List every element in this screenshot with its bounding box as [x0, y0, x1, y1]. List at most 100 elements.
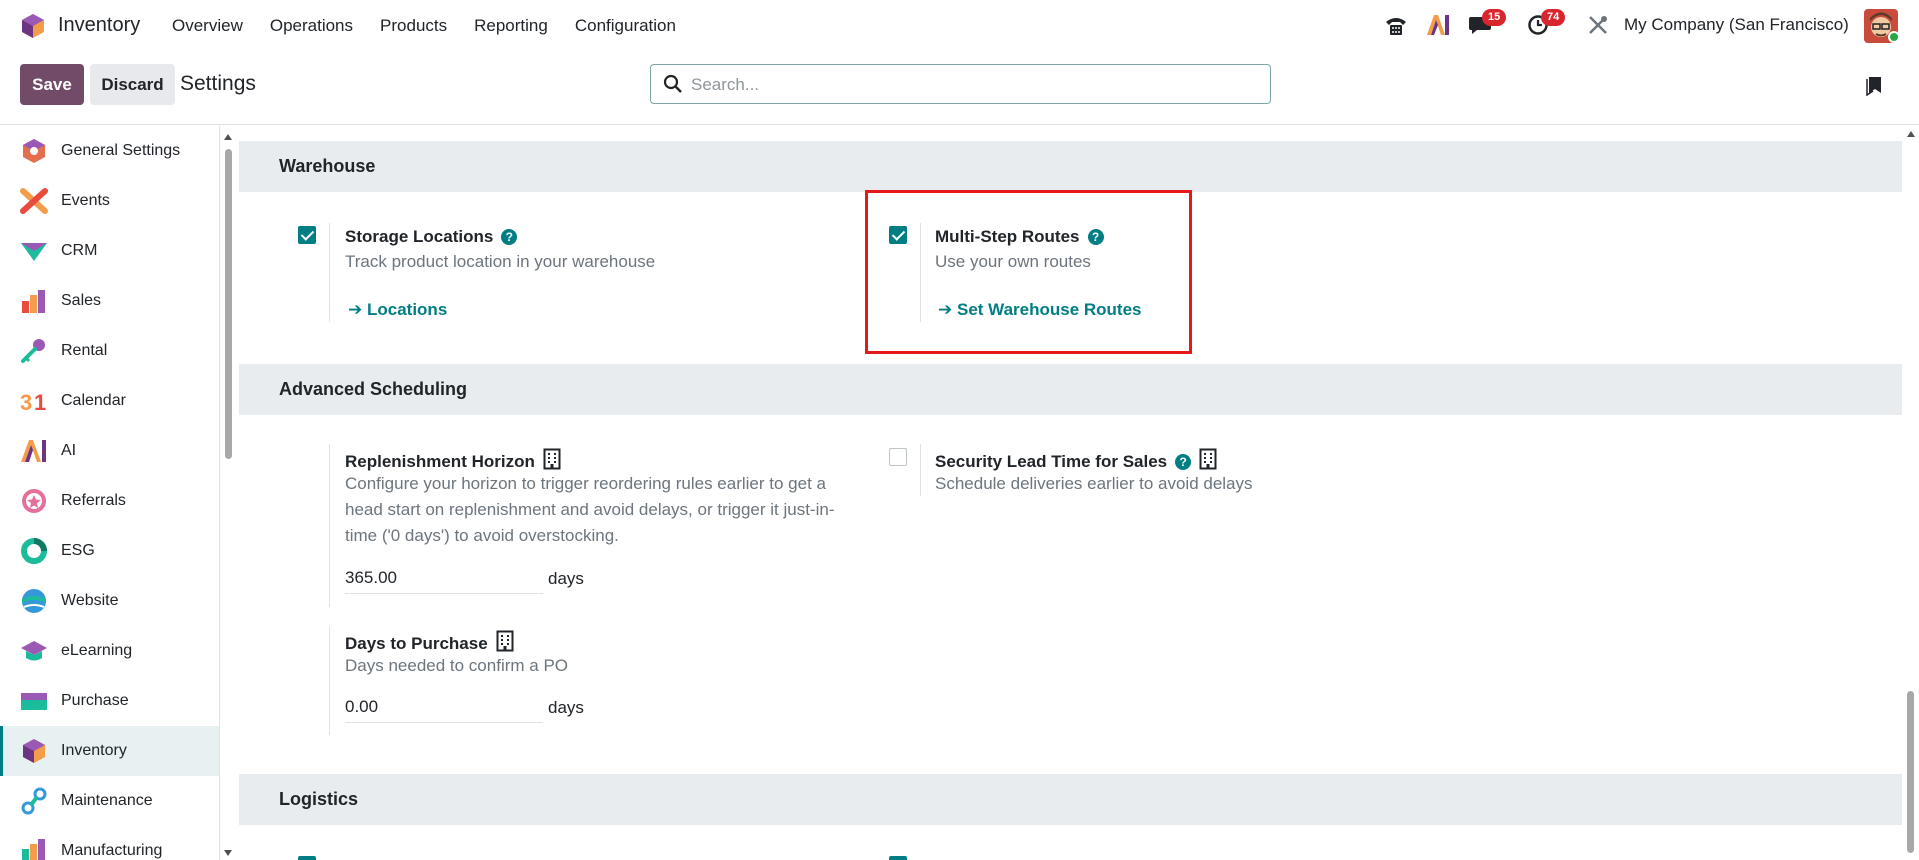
general-settings-icon [23, 139, 45, 163]
sidebar-item-label: Maintenance [61, 792, 153, 809]
section-logistics: Logistics [239, 774, 1902, 825]
search-input[interactable] [691, 73, 1251, 97]
security-lead-time-desc: Schedule deliveries earlier to avoid del… [935, 474, 1253, 493]
scroll-up-arrow-icon[interactable] [1906, 130, 1916, 138]
crm-icon [21, 243, 47, 261]
referrals-icon [22, 489, 46, 513]
menu-operations[interactable]: Operations [270, 16, 353, 36]
inventory-app-icon[interactable] [20, 13, 46, 39]
storage-locations-checkbox[interactable] [298, 226, 316, 244]
menu-configuration[interactable]: Configuration [575, 16, 676, 36]
discard-button[interactable]: Discard [90, 64, 175, 105]
replenishment-horizon-desc: Configure your horizon to trigger reorde… [345, 474, 835, 545]
sidebar-item-label: Manufacturing [61, 842, 163, 859]
locations-link[interactable]: ➔ Locations [348, 300, 447, 320]
help-icon[interactable]: ? [501, 229, 518, 245]
highlight-box [865, 190, 1192, 354]
company-switcher[interactable]: My Company (San Francisco) [1624, 15, 1849, 35]
security-lead-time-checkbox[interactable] [889, 448, 907, 466]
sidebar-item-website[interactable]: Website [0, 576, 219, 626]
phone-icon[interactable] [1384, 15, 1408, 37]
scroll-up-arrow-icon[interactable] [223, 133, 233, 141]
bookmark-icon[interactable] [1866, 76, 1882, 96]
divider [920, 444, 921, 496]
maintenance-icon [21, 787, 47, 815]
sidebar-item-label: General Settings [61, 142, 181, 159]
sidebar-item-label: Rental [61, 342, 108, 359]
building-icon [1199, 448, 1217, 470]
section-advanced-scheduling: Advanced Scheduling [239, 364, 1902, 415]
sidebar-item-label: Inventory [61, 742, 127, 759]
website-icon [22, 589, 46, 613]
esg-icon [21, 538, 47, 564]
sidebar-item-label: CRM [61, 242, 98, 259]
logistics-checkbox-right[interactable] [889, 856, 907, 860]
search-icon [663, 74, 682, 93]
calendar-icon: 3 1 [20, 390, 46, 415]
rental-icon [21, 339, 45, 363]
sidebar-item-esg[interactable]: ESG [0, 526, 219, 576]
online-status-dot [1888, 31, 1900, 43]
days-to-purchase-input[interactable]: 0.00 [345, 693, 543, 723]
sidebar-item-ai[interactable]: AI [0, 426, 219, 476]
storage-locations-desc: Track product location in your warehouse [345, 252, 656, 271]
menu-products[interactable]: Products [380, 16, 447, 36]
content-scroll-thumb[interactable] [1907, 691, 1914, 853]
inventory-icon [23, 739, 45, 763]
scroll-down-arrow-icon[interactable] [223, 849, 233, 857]
search-box[interactable] [650, 64, 1271, 104]
messages-badge: 15 [1482, 9, 1507, 26]
logistics-checkbox-left[interactable] [298, 856, 316, 860]
divider [329, 444, 330, 607]
sidebar-item-label: Calendar [61, 392, 126, 409]
sidebar-item-label: Referrals [61, 492, 126, 509]
menu-reporting[interactable]: Reporting [474, 16, 548, 36]
days-to-purchase-unit: days [548, 698, 584, 717]
sidebar-item-inventory[interactable]: Inventory [0, 726, 219, 776]
tools-icon[interactable] [1587, 14, 1609, 36]
sidebar-item-label: Purchase [61, 692, 129, 709]
sidebar-item-label: eLearning [61, 642, 133, 659]
sidebar-item-crm[interactable]: CRM [0, 226, 219, 276]
sidebar-item-maintenance[interactable]: Maintenance [0, 776, 219, 826]
storage-locations-title: Storage Locations? [345, 227, 518, 247]
top-navbar: Inventory Overview Operations Products R… [0, 0, 1919, 52]
sidebar-item-label: Events [61, 192, 110, 209]
app-name[interactable]: Inventory [58, 14, 140, 37]
events-icon [20, 188, 48, 214]
building-icon [543, 448, 561, 470]
building-icon [496, 630, 514, 652]
sidebar-item-elearning[interactable]: eLearning [0, 626, 219, 676]
arrow-right-icon: ➔ [348, 300, 363, 319]
sidebar-scrollbar[interactable] [222, 133, 234, 860]
sidebar-item-referrals[interactable]: Referrals [0, 476, 219, 526]
sidebar-item-sales[interactable]: Sales [0, 276, 219, 326]
elearning-icon [21, 641, 47, 661]
ai-icon[interactable] [1426, 14, 1450, 36]
sidebar-item-calendar[interactable]: 3 1 Calendar [0, 376, 219, 426]
sidebar-item-general-settings[interactable]: General Settings [0, 126, 219, 176]
sidebar-item-manufacturing[interactable]: Manufacturing [0, 826, 219, 860]
sidebar-scroll-thumb[interactable] [225, 149, 232, 459]
sidebar-item-label: ESG [61, 542, 95, 559]
help-icon[interactable]: ? [1175, 454, 1192, 470]
menu-overview[interactable]: Overview [172, 16, 243, 36]
security-lead-time-title: Security Lead Time for Sales? [935, 448, 1217, 472]
svg-text:1: 1 [34, 390, 46, 415]
sidebar-item-rental[interactable]: Rental [0, 326, 219, 376]
settings-sidebar: General Settings Events CRM Sales Rental [0, 126, 220, 860]
replenishment-horizon-input[interactable]: 365.00 [345, 564, 543, 594]
manufacturing-icon [22, 839, 45, 860]
sidebar-item-label: Sales [61, 292, 102, 309]
sales-icon [22, 290, 45, 313]
sidebar-item-purchase[interactable]: Purchase [0, 676, 219, 726]
days-to-purchase-title: Days to Purchase [345, 630, 514, 654]
section-warehouse: Warehouse [239, 141, 1902, 192]
sidebar-item-label: AI [61, 442, 77, 459]
activities-badge: 74 [1541, 9, 1566, 26]
content-scrollbar[interactable] [1903, 126, 1919, 860]
control-panel: Save Discard Settings [0, 52, 1919, 125]
sidebar-item-events[interactable]: Events [0, 176, 219, 226]
svg-text:3: 3 [20, 390, 32, 415]
save-button[interactable]: Save [20, 64, 84, 105]
